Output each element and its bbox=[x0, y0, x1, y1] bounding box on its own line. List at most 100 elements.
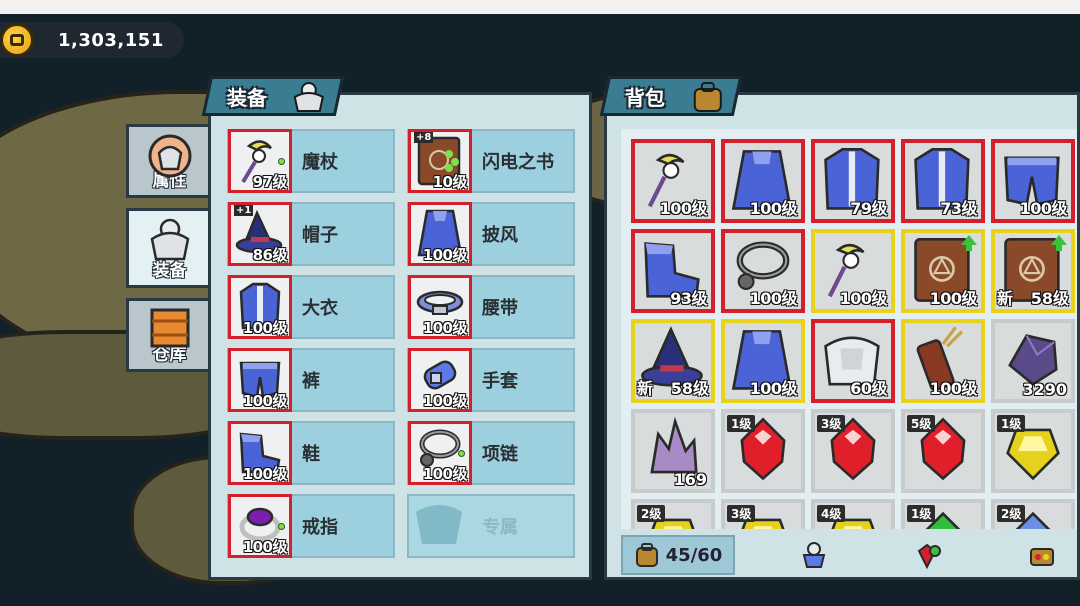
item-level: 100级 bbox=[929, 289, 978, 308]
currency-display: 1,303,151 bbox=[0, 22, 184, 58]
tab-storage[interactable]: 仓库 bbox=[126, 298, 210, 372]
backpack-item-slot[interactable]: 93级 bbox=[631, 229, 715, 313]
item-level: 100级 bbox=[749, 379, 798, 398]
equip-slot-book[interactable]: +8 10级 闪电之书 bbox=[407, 129, 575, 193]
backpack-item-slot[interactable]: 169 bbox=[631, 409, 715, 493]
backpack-item-slot[interactable]: 100级 bbox=[721, 229, 805, 313]
backpack-item-slot[interactable]: 100级 bbox=[811, 229, 895, 313]
item-level: 10级 bbox=[432, 173, 468, 191]
armor-icon bbox=[291, 81, 327, 113]
backpack-item-slot[interactable]: 2级 bbox=[991, 499, 1075, 529]
gem-level-badge: 2级 bbox=[997, 505, 1026, 522]
misc-filter-button[interactable] bbox=[1007, 535, 1077, 575]
slot-name: 手套 bbox=[482, 371, 518, 392]
item-level: 58级 bbox=[670, 379, 709, 398]
equip-slot-wand[interactable]: 97级 魔杖 bbox=[227, 129, 395, 193]
item-level: 100级 bbox=[242, 319, 288, 337]
backpack-bottom-bar: 45/60 bbox=[621, 533, 1077, 577]
backpack-icon bbox=[691, 81, 725, 113]
slot-name: 腰带 bbox=[482, 298, 518, 319]
slot-name: 戒指 bbox=[302, 517, 338, 538]
tab-attributes[interactable]: 属性 bbox=[126, 124, 210, 198]
backpack-item-slot[interactable]: 100级 bbox=[901, 229, 985, 313]
capacity-indicator[interactable]: 45/60 bbox=[621, 535, 735, 575]
tab-equipment[interactable]: 装备 bbox=[126, 208, 210, 288]
gem-level-badge: 1级 bbox=[907, 505, 936, 522]
item-level: 100级 bbox=[422, 465, 468, 483]
necklace-icon: 100级 bbox=[408, 421, 472, 485]
backpack-item-slot[interactable]: 1级 bbox=[991, 409, 1075, 493]
equip-slot-boots[interactable]: 100级 鞋 bbox=[227, 421, 395, 485]
backpack-item-slot[interactable]: 100级 bbox=[901, 319, 985, 403]
backpack-item-slot[interactable]: 79级 bbox=[811, 139, 895, 223]
item-level: 100级 bbox=[749, 199, 798, 218]
equip-slot-belt[interactable]: 100级 腰带 bbox=[407, 275, 575, 339]
backpack-item-slot[interactable]: 3级 bbox=[721, 499, 805, 529]
item-level: 100级 bbox=[749, 289, 798, 308]
item-count: 169 bbox=[673, 470, 707, 489]
equip-slot-cape[interactable]: 100级 披风 bbox=[407, 202, 575, 266]
capacity-text: 45/60 bbox=[665, 544, 723, 566]
backpack-item-slot[interactable]: 4级 bbox=[811, 499, 895, 529]
wand-icon: 97级 bbox=[228, 129, 292, 193]
equip-slot-pants[interactable]: 100级 裤 bbox=[227, 348, 395, 412]
equip-slot-hat[interactable]: +1 86级 帽子 bbox=[227, 202, 395, 266]
backpack-item-slot[interactable]: 1级 bbox=[901, 499, 985, 529]
item-level: 100级 bbox=[242, 392, 288, 410]
equip-slot-necklace[interactable]: 100级 项链 bbox=[407, 421, 575, 485]
gem-level-badge: 1级 bbox=[727, 415, 756, 432]
backpack-item-slot[interactable]: 60级 bbox=[811, 319, 895, 403]
equip-slot-exclusive[interactable]: 专属 bbox=[407, 494, 575, 558]
equip-slot-glove[interactable]: 100级 手套 bbox=[407, 348, 575, 412]
backpack-item-slot[interactable]: 100级 bbox=[991, 139, 1075, 223]
item-level: 93级 bbox=[670, 289, 707, 308]
cape-icon: 100级 bbox=[408, 202, 472, 266]
crate-icon bbox=[149, 307, 191, 349]
equip-slot-coat[interactable]: 100级 大衣 bbox=[227, 275, 395, 339]
slot-name: 裤 bbox=[302, 371, 320, 392]
backpack-item-slot[interactable]: 100级 bbox=[721, 319, 805, 403]
backpack-grid: 100级 100级 79级 73级 100级 93级 100级 100级 100级新 58级新 58… bbox=[631, 139, 1075, 529]
new-badge: 新 bbox=[997, 289, 1014, 308]
exclusive-slot-icon bbox=[408, 494, 472, 558]
slot-name: 魔杖 bbox=[302, 152, 338, 173]
backpack-item-slot[interactable]: 100级 bbox=[721, 139, 805, 223]
new-item-label-row: 新 58级 bbox=[997, 285, 1069, 309]
book-icon: +8 10级 bbox=[408, 129, 472, 193]
gem-filter-button[interactable] bbox=[893, 535, 963, 575]
slot-name: 大衣 bbox=[302, 298, 338, 319]
backpack-item-slot[interactable]: 73级 bbox=[901, 139, 985, 223]
backpack-item-slot[interactable]: 3290 bbox=[991, 319, 1075, 403]
equip-slot-ring[interactable]: 100级 戒指 bbox=[227, 494, 395, 558]
backpack-item-slot[interactable]: 新 58级 bbox=[631, 319, 715, 403]
slot-name: 项链 bbox=[482, 444, 518, 465]
ring-icon: 100级 bbox=[228, 494, 292, 558]
backpack-item-slot[interactable]: 2级 bbox=[631, 499, 715, 529]
slot-name: 闪电之书 bbox=[482, 152, 554, 173]
equip-filter-button[interactable] bbox=[779, 535, 849, 575]
equipment-panel-title: 装备 bbox=[201, 76, 345, 116]
boots-icon: 100级 bbox=[228, 421, 292, 485]
backpack-item-slot[interactable]: 5级 bbox=[901, 409, 985, 493]
item-level: 97级 bbox=[252, 173, 288, 191]
pants-icon: 100级 bbox=[228, 348, 292, 412]
backpack-item-slot[interactable]: 1级 bbox=[721, 409, 805, 493]
new-item-label-row: 新 58级 bbox=[637, 375, 709, 399]
item-level: 58级 bbox=[1030, 289, 1069, 308]
gem-level-badge: 1级 bbox=[997, 415, 1026, 432]
backpack-item-slot[interactable]: 100级 bbox=[631, 139, 715, 223]
item-level: 79级 bbox=[850, 199, 887, 218]
currency-amount: 1,303,151 bbox=[58, 29, 164, 51]
item-level: 73级 bbox=[940, 199, 977, 218]
backpack-item-slot[interactable]: 3级 bbox=[811, 409, 895, 493]
item-level: 100级 bbox=[422, 392, 468, 410]
backpack-grid-area: 100级 100级 79级 73级 100级 93级 100级 100级 100级新 58级新 58… bbox=[621, 129, 1077, 529]
gem-filter-icon bbox=[917, 543, 941, 569]
gem-level-badge: 3级 bbox=[727, 505, 756, 522]
item-level: 100级 bbox=[422, 319, 468, 337]
belt-icon: 100级 bbox=[408, 275, 472, 339]
backpack-item-slot[interactable]: 新 58级 bbox=[991, 229, 1075, 313]
item-level: 100级 bbox=[242, 465, 288, 483]
new-badge: 新 bbox=[637, 379, 654, 398]
slot-name: 披风 bbox=[482, 225, 518, 246]
